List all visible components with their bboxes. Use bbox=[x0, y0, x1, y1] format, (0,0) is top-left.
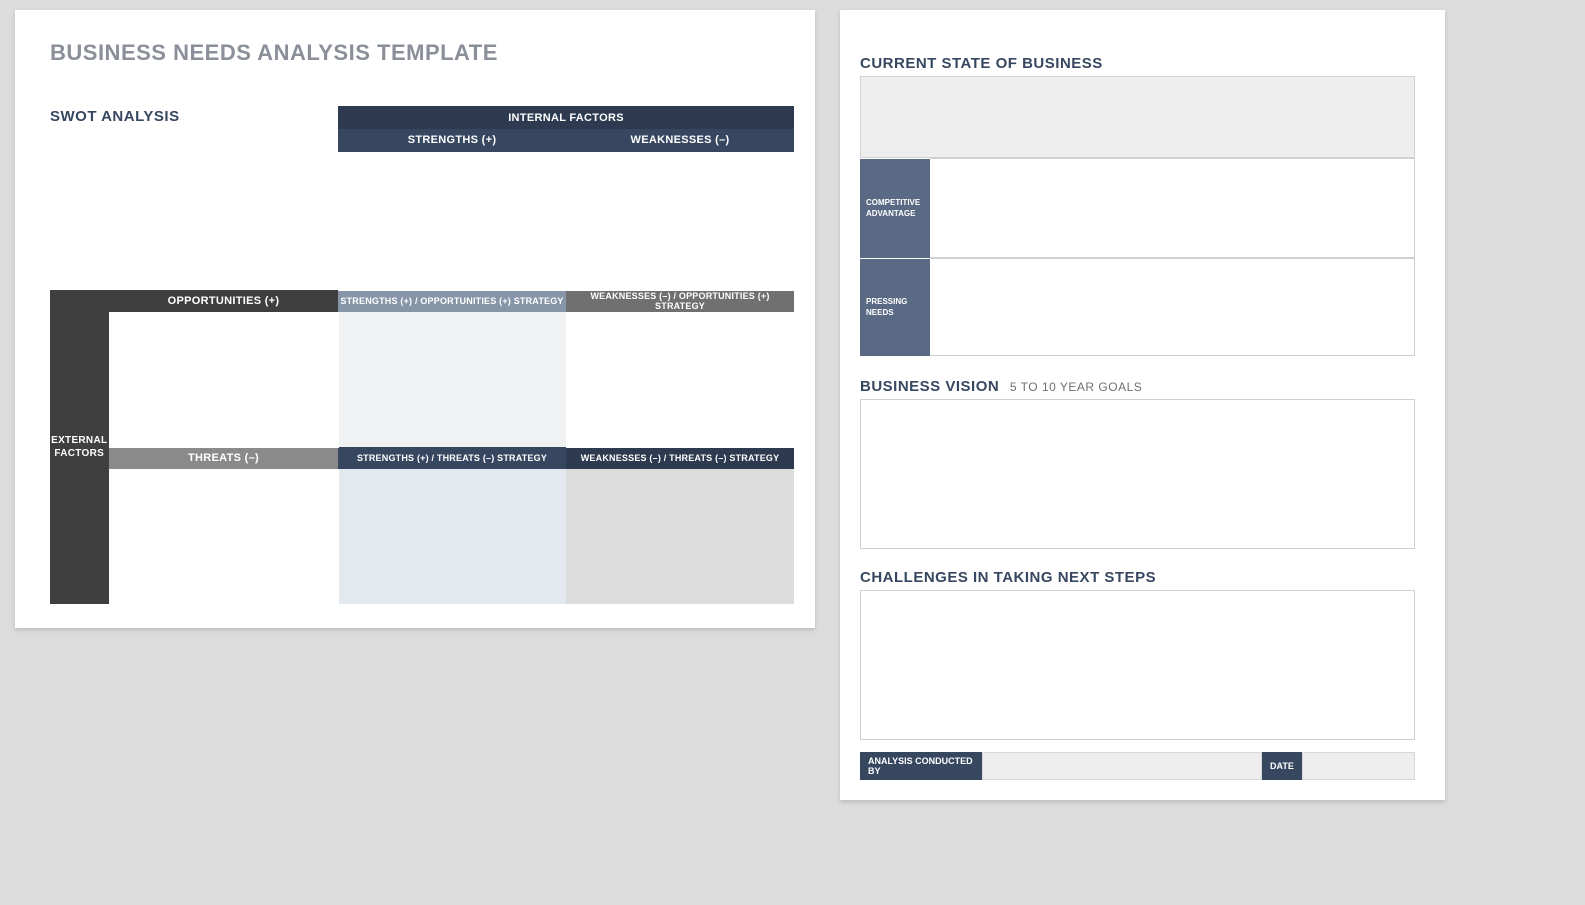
pressing-needs-label: PRESSING NEEDS bbox=[860, 258, 930, 356]
competitive-advantage-cell[interactable] bbox=[930, 158, 1415, 258]
challenges-title: CHALLENGES IN TAKING NEXT STEPS bbox=[860, 569, 1425, 586]
pressing-needs-cell[interactable] bbox=[930, 258, 1415, 356]
document-title: BUSINESS NEEDS ANALYSIS TEMPLATE bbox=[50, 40, 790, 66]
external-factors-text: EXTERNAL FACTORS bbox=[50, 434, 109, 460]
conducted-by-label: ANALYSIS CONDUCTED BY bbox=[860, 752, 982, 780]
business-vision-sub: 5 TO 10 YEAR GOALS bbox=[1010, 380, 1142, 394]
business-vision-text: BUSINESS VISION bbox=[860, 378, 999, 395]
threats-cell[interactable] bbox=[109, 469, 338, 604]
so-strategy-header: STRENGTHS (+) / OPPORTUNITIES (+) STRATE… bbox=[338, 290, 566, 312]
threats-header: THREATS (–) bbox=[109, 447, 338, 469]
competitive-advantage-label: COMPETITIVE ADVANTAGE bbox=[860, 158, 930, 258]
current-state-title: CURRENT STATE OF BUSINESS bbox=[860, 55, 1425, 72]
swot-section-label: SWOT ANALYSIS bbox=[50, 108, 180, 125]
business-vision-box[interactable] bbox=[860, 399, 1415, 549]
st-strategy-header: STRENGTHS (+) / THREATS (–) STRATEGY bbox=[338, 447, 566, 469]
external-factors-label: EXTERNAL FACTORS bbox=[50, 290, 109, 604]
weaknesses-cell[interactable] bbox=[566, 152, 794, 290]
left-panel: BUSINESS NEEDS ANALYSIS TEMPLATE SWOT AN… bbox=[15, 10, 815, 628]
challenges-box[interactable] bbox=[860, 590, 1415, 740]
current-state-box[interactable] bbox=[860, 76, 1415, 158]
opportunities-header: OPPORTUNITIES (+) bbox=[109, 290, 338, 312]
right-panel: CURRENT STATE OF BUSINESS COMPETITIVE AD… bbox=[840, 10, 1445, 800]
wt-strategy-header: WEAKNESSES (–) / THREATS (–) STRATEGY bbox=[566, 447, 794, 469]
wt-strategy-cell[interactable] bbox=[566, 469, 794, 604]
internal-factors-header: INTERNAL FACTORS bbox=[338, 106, 794, 129]
so-strategy-cell[interactable] bbox=[338, 312, 566, 447]
footer-row: ANALYSIS CONDUCTED BY DATE bbox=[860, 752, 1415, 780]
wo-strategy-cell[interactable] bbox=[566, 312, 794, 447]
opportunities-cell[interactable] bbox=[109, 312, 338, 447]
weaknesses-header: WEAKNESSES (–) bbox=[566, 129, 794, 152]
strengths-header: STRENGTHS (+) bbox=[338, 129, 566, 152]
date-label: DATE bbox=[1262, 752, 1302, 780]
date-field[interactable] bbox=[1302, 752, 1415, 780]
conducted-by-field[interactable] bbox=[982, 752, 1262, 780]
business-vision-title: BUSINESS VISION 5 TO 10 YEAR GOALS bbox=[860, 378, 1425, 395]
strengths-cell[interactable] bbox=[338, 152, 566, 290]
swot-table: SWOT ANALYSIS INTERNAL FACTORS STRENGTHS… bbox=[50, 106, 795, 605]
wo-strategy-header: WEAKNESSES (–) / OPPORTUNITIES (+) STRAT… bbox=[566, 290, 794, 312]
st-strategy-cell[interactable] bbox=[338, 469, 566, 604]
